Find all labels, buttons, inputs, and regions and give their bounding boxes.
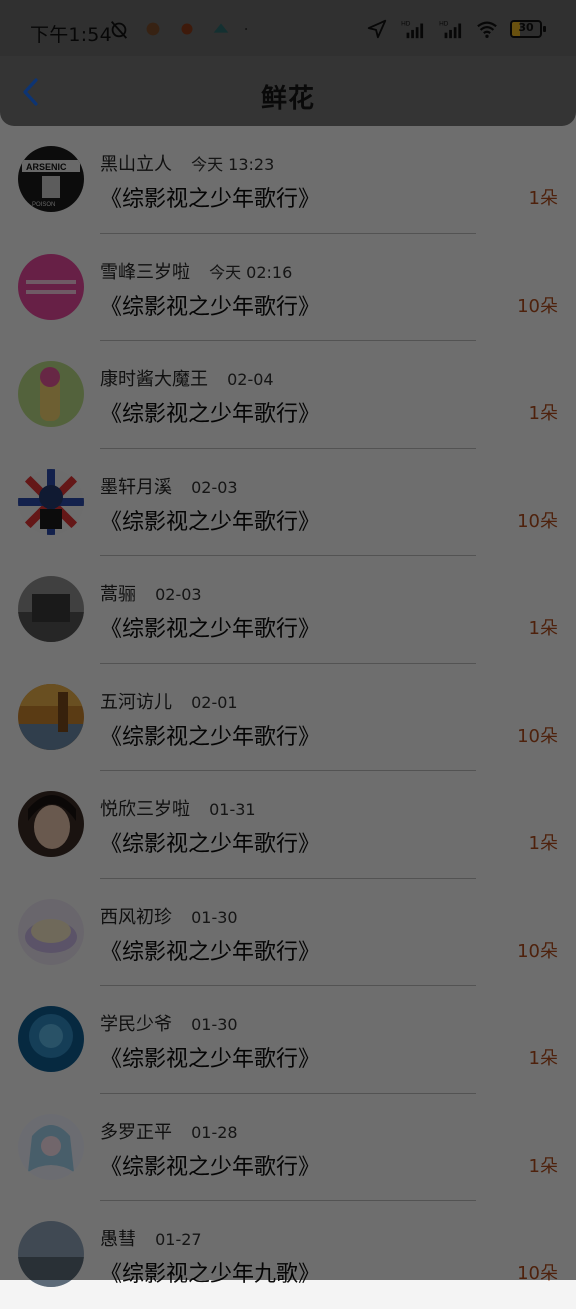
avatar[interactable] (18, 683, 84, 750)
app-notification-icon (181, 23, 193, 35)
avatar[interactable] (18, 1006, 84, 1072)
username[interactable]: 黑山立人 (100, 154, 172, 175)
app-notification-icon (213, 23, 229, 33)
book-title[interactable]: 《综影视之少年歌行》 (100, 934, 320, 966)
avatar[interactable] (18, 468, 84, 535)
svg-text:POISON: POISON (32, 202, 55, 208)
timestamp: 01-28 (191, 1122, 238, 1142)
flower-count: 1朵 (528, 833, 558, 854)
book-title[interactable]: 《综影视之少年歌行》 (100, 611, 320, 643)
avatar[interactable] (18, 791, 84, 857)
avatar[interactable] (18, 898, 84, 965)
list-item[interactable]: 蒿骊 02-03 《综影视之少年歌行》 1朵 (0, 556, 576, 664)
status-icons-left (108, 18, 254, 40)
list-item[interactable]: 西风初珍 01-30 《综影视之少年歌行》 10朵 (0, 879, 576, 986)
battery-icon: 30 (510, 20, 546, 38)
flower-count: 10朵 (517, 725, 558, 747)
svg-text:HD: HD (401, 20, 411, 27)
status-icons-right: HD HD 30 (366, 18, 546, 40)
header: 鲜花 (0, 56, 576, 126)
flower-count: 1朵 (528, 403, 558, 424)
list-item[interactable]: ARSENIC POISON 黑山立人 今天 13:23 《综影视之少年歌行》 … (0, 126, 576, 234)
book-title[interactable]: 《综影视之少年歌行》 (100, 289, 320, 321)
list-item[interactable]: 多罗正平 01-28 《综影视之少年歌行》 1朵 (0, 1094, 576, 1201)
book-title[interactable]: 《综影视之少年歌行》 (100, 1041, 320, 1073)
avatar[interactable] (18, 253, 84, 320)
flower-count: 1朵 (528, 1155, 558, 1177)
avatar[interactable] (18, 1221, 84, 1287)
timestamp: 02-01 (191, 692, 238, 712)
timestamp: 01-31 (209, 800, 256, 819)
hd-signal-icon: HD (439, 20, 462, 39)
flower-count: 1朵 (528, 188, 558, 209)
username[interactable]: 康时酱大魔王 (100, 369, 208, 390)
list-item[interactable]: 愚彗 01-27 《综影视之少年九歌》 10朵 (0, 1201, 576, 1309)
timestamp: 02-03 (191, 477, 238, 497)
list-item[interactable]: 悦欣三岁啦 01-31 《综影视之少年歌行》 1朵 (0, 771, 576, 879)
svg-text:ARSENIC: ARSENIC (26, 162, 67, 172)
username[interactable]: 蒿骊 (100, 584, 136, 605)
username[interactable]: 学民少爷 (100, 1014, 172, 1035)
svg-text:HD: HD (439, 20, 449, 27)
flower-count: 1朵 (528, 1048, 558, 1069)
timestamp: 01-27 (155, 1230, 202, 1249)
location-icon (367, 19, 387, 39)
page-title: 鲜花 (260, 84, 315, 114)
alarm-off-icon (110, 21, 128, 39)
book-title[interactable]: 《综影视之少年歌行》 (100, 396, 320, 428)
list-item[interactable]: 雪峰三岁啦 今天 02:16 《综影视之少年歌行》 10朵 (0, 234, 576, 341)
wifi-icon (477, 21, 497, 38)
list-item[interactable]: 学民少爷 01-30 《综影视之少年歌行》 1朵 (0, 986, 576, 1094)
username[interactable]: 雪峰三岁啦 (100, 262, 190, 283)
username[interactable]: 五河访儿 (100, 692, 172, 713)
timestamp: 02-04 (227, 370, 274, 389)
avatar[interactable] (18, 576, 84, 642)
username[interactable]: 墨轩月溪 (100, 477, 172, 498)
username[interactable]: 多罗正平 (100, 1122, 172, 1143)
timestamp: 01-30 (191, 1015, 238, 1034)
book-title[interactable]: 《综影视之少年九歌》 (100, 1256, 320, 1288)
battery-level-text: 30 (518, 21, 534, 34)
book-title[interactable]: 《综影视之少年歌行》 (100, 719, 320, 751)
timestamp: 今天 02:16 (209, 262, 293, 282)
avatar[interactable]: ARSENIC POISON (18, 146, 84, 212)
status-bar: 下午1:54 HD HD 30 (0, 0, 576, 56)
hd-signal-icon: HD (401, 20, 424, 39)
avatar[interactable] (18, 361, 84, 427)
status-time: 下午1:54 (30, 24, 112, 46)
flower-count: 10朵 (517, 1263, 558, 1284)
flower-count: 10朵 (517, 295, 558, 317)
timestamp: 01-30 (191, 907, 238, 927)
book-title[interactable]: 《综影视之少年歌行》 (100, 826, 320, 858)
username[interactable]: 西风初珍 (100, 907, 172, 928)
gift-record-list: ARSENIC POISON 黑山立人 今天 13:23 《综影视之少年歌行》 … (0, 126, 576, 1309)
book-title[interactable]: 《综影视之少年歌行》 (100, 1149, 320, 1181)
flower-count: 10朵 (517, 940, 558, 962)
list-item[interactable]: 康时酱大魔王 02-04 《综影视之少年歌行》 1朵 (0, 341, 576, 449)
book-title[interactable]: 《综影视之少年歌行》 (100, 181, 320, 213)
book-title[interactable]: 《综影视之少年歌行》 (100, 504, 320, 536)
dot-icon (245, 28, 247, 30)
list-item[interactable]: 五河访儿 02-01 《综影视之少年歌行》 10朵 (0, 664, 576, 771)
flower-count: 10朵 (517, 510, 558, 532)
timestamp: 02-03 (155, 585, 202, 604)
list-item[interactable]: 墨轩月溪 02-03 《综影视之少年歌行》 10朵 (0, 449, 576, 556)
app-notification-icon (146, 22, 160, 36)
username[interactable]: 悦欣三岁啦 (100, 799, 190, 820)
timestamp: 今天 13:23 (191, 155, 275, 174)
flower-count: 1朵 (528, 618, 558, 639)
username[interactable]: 愚彗 (100, 1229, 136, 1250)
avatar[interactable] (18, 1113, 84, 1180)
